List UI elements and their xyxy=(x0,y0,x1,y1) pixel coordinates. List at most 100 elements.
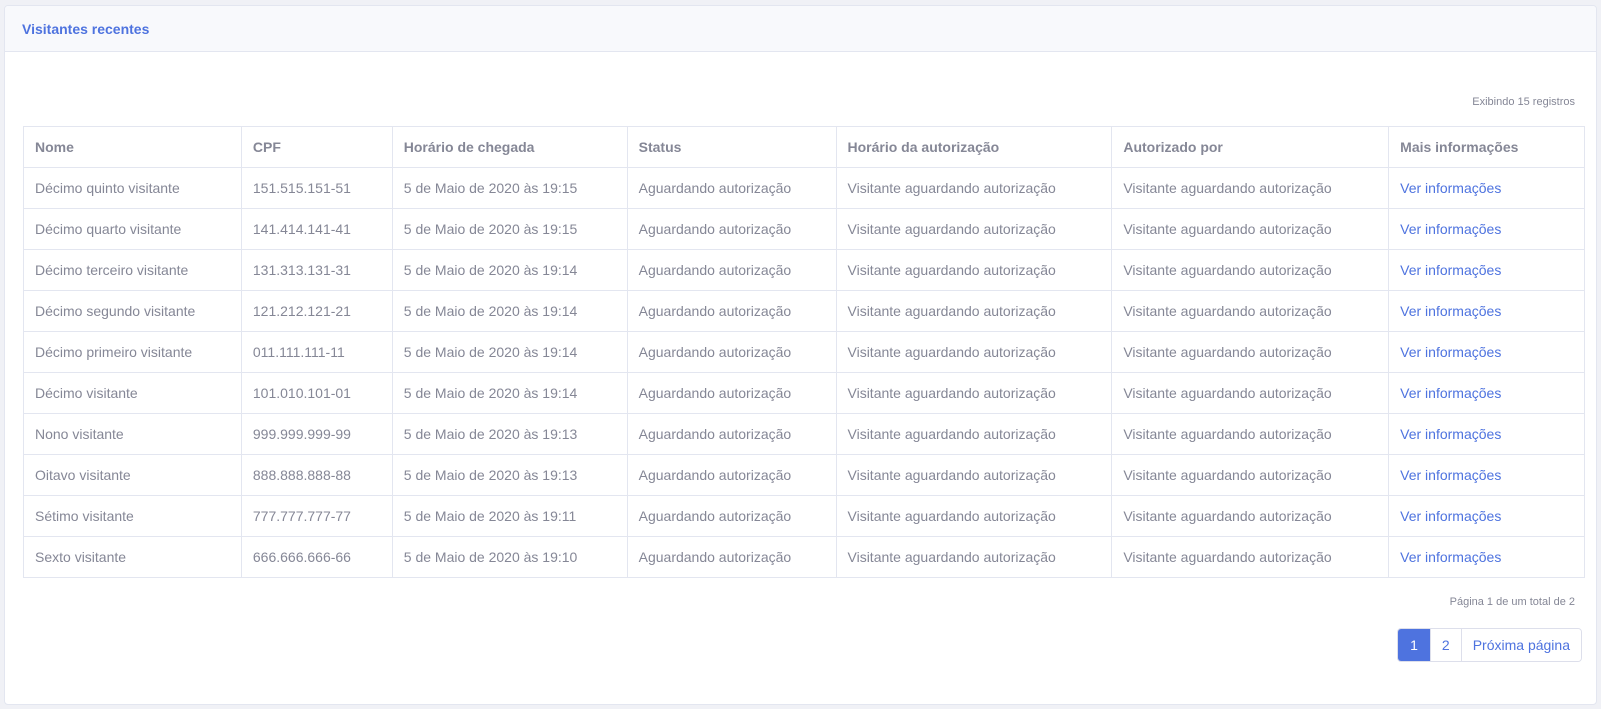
view-info-link[interactable]: Ver informações xyxy=(1400,467,1501,483)
view-info-link[interactable]: Ver informações xyxy=(1400,180,1501,196)
cell-status: Aguardando autorização xyxy=(626,495,837,537)
cell-status: Aguardando autorização xyxy=(626,454,837,496)
cell-horario-autorizacao: Visitante aguardando autorização xyxy=(835,208,1113,250)
cell-mais-informacoes: Ver informações xyxy=(1388,413,1585,455)
table-body: Décimo quinto visitante 151.515.151-51 5 d… xyxy=(23,167,1585,578)
visitors-table: Nome CPF Horário de chegada Status Horário d… xyxy=(23,126,1585,578)
cell-cpf: 666.666.666-66 xyxy=(240,536,393,578)
cell-mais-informacoes: Ver informações xyxy=(1388,208,1585,250)
table-row: Décimo visitante 101.010.101-01 5 de Maio … xyxy=(23,372,1585,414)
cell-mais-informacoes: Ver informações xyxy=(1388,167,1585,209)
view-info-link[interactable]: Ver informações xyxy=(1400,426,1501,442)
cell-horario-autorizacao: Visitante aguardando autorização xyxy=(835,167,1113,209)
cell-mais-informacoes: Ver informações xyxy=(1388,331,1585,373)
cell-nome: Sétimo visitante xyxy=(23,495,242,537)
cell-autorizado-por: Visitante aguardando autorização xyxy=(1111,454,1390,496)
pagination-info: Página 1 de um total de 2 xyxy=(1449,596,1575,608)
view-info-link[interactable]: Ver informações xyxy=(1400,508,1501,524)
cell-status: Aguardando autorização xyxy=(626,290,837,332)
cell-status: Aguardando autorização xyxy=(626,536,837,578)
cell-cpf: 888.888.888-88 xyxy=(240,454,393,496)
view-info-link[interactable]: Ver informações xyxy=(1400,262,1501,278)
cell-autorizado-por: Visitante aguardando autorização xyxy=(1111,249,1390,291)
col-header-status: Status xyxy=(626,126,837,168)
cell-autorizado-por: Visitante aguardando autorização xyxy=(1111,413,1390,455)
cell-nome: Décimo quarto visitante xyxy=(23,208,242,250)
table-row: Sétimo visitante 777.777.777-77 5 de Maio … xyxy=(23,495,1585,537)
cell-horario-autorizacao: Visitante aguardando autorização xyxy=(835,290,1113,332)
col-header-mais-informacoes: Mais informações xyxy=(1388,126,1585,168)
table-row: Décimo quinto visitante 151.515.151-51 5 d… xyxy=(23,167,1585,209)
cell-horario-chegada: 5 de Maio de 2020 às 19:14 xyxy=(391,331,628,373)
cell-horario-chegada: 5 de Maio de 2020 às 19:13 xyxy=(391,413,628,455)
view-info-link[interactable]: Ver informações xyxy=(1400,303,1501,319)
col-header-horario-chegada: Horário de chegada xyxy=(391,126,628,168)
view-info-link[interactable]: Ver informações xyxy=(1400,221,1501,237)
cell-mais-informacoes: Ver informações xyxy=(1388,249,1585,291)
table-row: Sexto visitante 666.666.666-66 5 de Maio d… xyxy=(23,536,1585,578)
cell-autorizado-por: Visitante aguardando autorização xyxy=(1111,208,1390,250)
cell-horario-chegada: 5 de Maio de 2020 às 19:15 xyxy=(391,167,628,209)
table-row: Oitavo visitante 888.888.888-88 5 de Maio … xyxy=(23,454,1585,496)
cell-horario-chegada: 5 de Maio de 2020 às 19:10 xyxy=(391,536,628,578)
col-header-autorizado-por: Autorizado por xyxy=(1111,126,1390,168)
cell-autorizado-por: Visitante aguardando autorização xyxy=(1111,372,1390,414)
table-header-row: Nome CPF Horário de chegada Status Horário d… xyxy=(23,126,1585,168)
cell-status: Aguardando autorização xyxy=(626,208,837,250)
cell-horario-chegada: 5 de Maio de 2020 às 19:11 xyxy=(391,495,628,537)
cell-status: Aguardando autorização xyxy=(626,331,837,373)
cell-cpf: 141.414.141-41 xyxy=(240,208,393,250)
cell-status: Aguardando autorização xyxy=(626,413,837,455)
cell-horario-chegada: 5 de Maio de 2020 às 19:14 xyxy=(391,290,628,332)
cell-cpf: 121.212.121-21 xyxy=(240,290,393,332)
view-info-link[interactable]: Ver informações xyxy=(1400,344,1501,360)
records-count-info: Exibindo 15 registros xyxy=(1472,96,1575,108)
cell-cpf: 151.515.151-51 xyxy=(240,167,393,209)
cell-cpf: 131.313.131-31 xyxy=(240,249,393,291)
cell-horario-chegada: 5 de Maio de 2020 às 19:15 xyxy=(391,208,628,250)
table-row: Décimo primeiro visitante 011.111.111-11 5… xyxy=(23,331,1585,373)
cell-horario-chegada: 5 de Maio de 2020 às 19:14 xyxy=(391,249,628,291)
page-button-2[interactable]: 2 xyxy=(1429,629,1461,661)
cell-nome: Sexto visitante xyxy=(23,536,242,578)
next-page-button[interactable]: Próxima página xyxy=(1460,629,1581,661)
cell-autorizado-por: Visitante aguardando autorização xyxy=(1111,536,1390,578)
cell-nome: Oitavo visitante xyxy=(23,454,242,496)
cell-horario-autorizacao: Visitante aguardando autorização xyxy=(835,495,1113,537)
cell-autorizado-por: Visitante aguardando autorização xyxy=(1111,495,1390,537)
recent-visitors-card: Visitantes recentes Exibindo 15 registro… xyxy=(4,5,1597,705)
view-info-link[interactable]: Ver informações xyxy=(1400,385,1501,401)
cell-cpf: 777.777.777-77 xyxy=(240,495,393,537)
col-header-cpf: CPF xyxy=(240,126,393,168)
cell-horario-autorizacao: Visitante aguardando autorização xyxy=(835,249,1113,291)
cell-mais-informacoes: Ver informações xyxy=(1388,372,1585,414)
col-header-nome: Nome xyxy=(23,126,242,168)
table-row: Décimo segundo visitante 121.212.121-21 5 … xyxy=(23,290,1585,332)
cell-autorizado-por: Visitante aguardando autorização xyxy=(1111,167,1390,209)
cell-horario-autorizacao: Visitante aguardando autorização xyxy=(835,413,1113,455)
cell-status: Aguardando autorização xyxy=(626,249,837,291)
cell-status: Aguardando autorização xyxy=(626,372,837,414)
table-row: Décimo terceiro visitante 131.313.131-31 5… xyxy=(23,249,1585,291)
view-info-link[interactable]: Ver informações xyxy=(1400,549,1501,565)
cell-cpf: 999.999.999-99 xyxy=(240,413,393,455)
cell-nome: Nono visitante xyxy=(23,413,242,455)
cell-nome: Décimo segundo visitante xyxy=(23,290,242,332)
col-header-horario-autorizacao: Horário da autorização xyxy=(835,126,1113,168)
cell-horario-chegada: 5 de Maio de 2020 às 19:14 xyxy=(391,372,628,414)
cell-mais-informacoes: Ver informações xyxy=(1388,536,1585,578)
cell-nome: Décimo quinto visitante xyxy=(23,167,242,209)
page-button-1[interactable]: 1 xyxy=(1398,629,1430,661)
card-title: Visitantes recentes xyxy=(22,20,150,37)
table-row: Nono visitante 999.999.999-99 5 de Maio de… xyxy=(23,413,1585,455)
cell-autorizado-por: Visitante aguardando autorização xyxy=(1111,290,1390,332)
cell-nome: Décimo terceiro visitante xyxy=(23,249,242,291)
table-row: Décimo quarto visitante 141.414.141-41 5 d… xyxy=(23,208,1585,250)
cell-nome: Décimo primeiro visitante xyxy=(23,331,242,373)
cell-cpf: 011.111.111-11 xyxy=(240,331,393,373)
cell-mais-informacoes: Ver informações xyxy=(1388,290,1585,332)
cell-status: Aguardando autorização xyxy=(626,167,837,209)
cell-horario-autorizacao: Visitante aguardando autorização xyxy=(835,331,1113,373)
cell-horario-autorizacao: Visitante aguardando autorização xyxy=(835,372,1113,414)
cell-nome: Décimo visitante xyxy=(23,372,242,414)
